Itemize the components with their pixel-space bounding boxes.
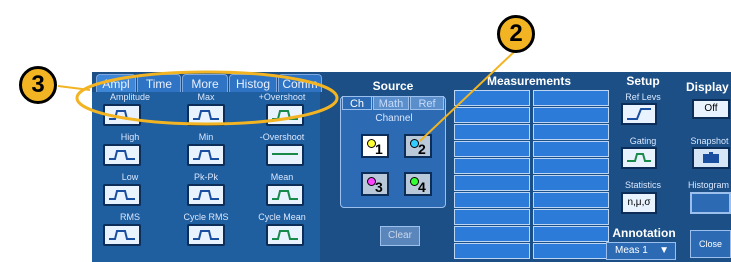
highlight-ellipse <box>75 70 339 126</box>
callout-3: 3 <box>19 66 57 104</box>
callout-2-leader <box>419 49 517 142</box>
annotation-overlay <box>57 49 517 142</box>
callout-2: 2 <box>497 15 535 53</box>
